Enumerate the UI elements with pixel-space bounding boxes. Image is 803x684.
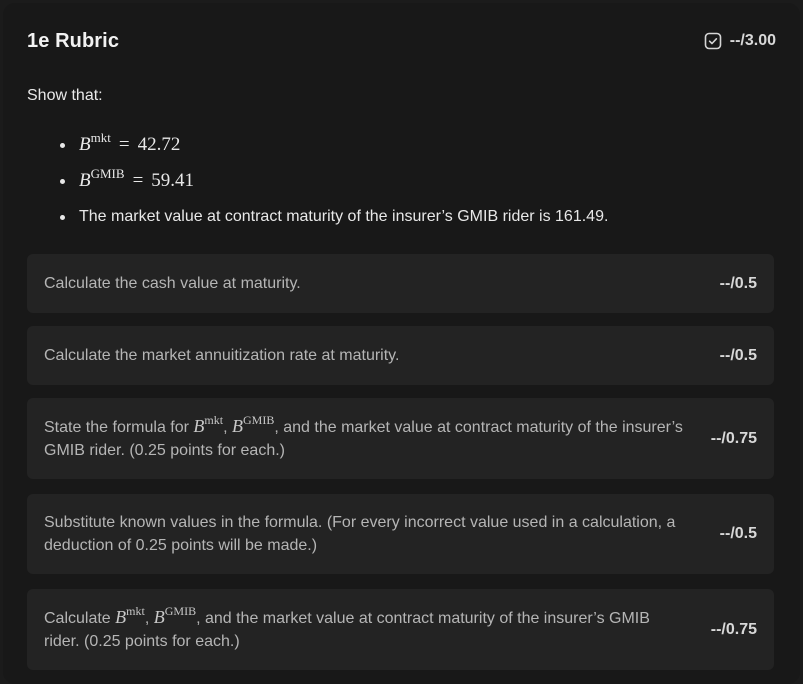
math-expression: Bmkt <box>115 604 145 627</box>
rubric-item-text: Substitute known values in the formula. … <box>44 514 676 554</box>
math-expression: Bmkt <box>193 413 224 436</box>
total-score: --/3.00 <box>704 32 776 50</box>
checkbox-check-icon[interactable] <box>704 32 722 50</box>
rubric-item[interactable]: Calculate the market annuitization rate … <box>27 326 774 385</box>
rubric-panel: 1e Rubric --/3.00 Show that: Bmkt = 42.72 … <box>3 3 800 684</box>
rubric-item-score: --/0.5 <box>719 274 757 292</box>
rubric-item-text: Calculate Bmkt, BGMIB, and the market va… <box>44 604 650 650</box>
math-expression: BGMIB <box>232 413 275 436</box>
rubric-item-score: --/0.75 <box>710 429 757 447</box>
requirement-item: The market value at contract maturity of… <box>58 199 608 235</box>
requirement-item: Bmkt = 42.72 <box>58 127 608 163</box>
requirement-item: BGMIB = 59.41 <box>58 163 608 199</box>
rubric-item[interactable]: Calculate the cash value at maturity. --… <box>27 254 774 313</box>
intro-text: Show that: <box>27 87 103 104</box>
rubric-item[interactable]: Calculate Bmkt, BGMIB, and the market va… <box>27 589 774 670</box>
requirement-list: Bmkt = 42.72 BGMIB = 59.41 The market value … <box>58 127 608 235</box>
total-score-value: --/3.00 <box>729 32 776 49</box>
rubric-header: 1e Rubric --/3.00 <box>27 27 776 55</box>
math-expression: BGMIB = 59.41 <box>79 166 195 191</box>
rubric-item-score: --/0.5 <box>719 346 757 364</box>
math-expression: Bmkt = 42.72 <box>79 130 181 155</box>
rubric-item[interactable]: State the formula for Bmkt, BGMIB, and t… <box>27 398 774 479</box>
math-expression: BGMIB <box>153 604 197 627</box>
rubric-item[interactable]: Substitute known values in the formula. … <box>27 494 774 574</box>
rubric-item-text: Calculate the market annuitization rate … <box>44 347 400 364</box>
rubric-item-text: Calculate the cash value at maturity. <box>44 275 301 292</box>
rubric-item-score: --/0.75 <box>710 620 757 638</box>
rubric-title: 1e Rubric <box>27 29 120 52</box>
rubric-item-score: --/0.5 <box>719 525 757 542</box>
rubric-item-text: State the formula for Bmkt, BGMIB, and t… <box>44 413 683 459</box>
